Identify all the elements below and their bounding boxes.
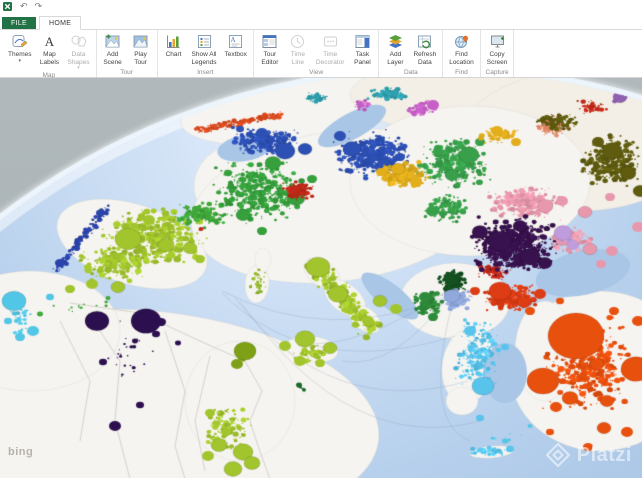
show-all-legends-button[interactable]: Show All Legends (188, 30, 221, 67)
find-location-button[interactable]: Find Location (445, 30, 478, 67)
ribbon-group-capture: Copy Screen Capture (481, 30, 515, 77)
add-scene-button[interactable]: Add Scene (99, 30, 127, 67)
button-label: Add Scene (103, 51, 121, 66)
task-panel-button[interactable]: Task Panel (348, 30, 376, 67)
chart-icon (165, 33, 182, 50)
task-panel-icon (354, 33, 371, 50)
button-label: Tour Editor (261, 51, 278, 66)
copy-screen-button[interactable]: Copy Screen (483, 30, 512, 67)
dropdown-arrow-icon: ▾ (77, 66, 80, 70)
add-scene-icon (104, 33, 121, 50)
button-label: Textbox (224, 51, 246, 59)
show-all-legends-icon (196, 33, 213, 50)
data-shapes-icon (70, 33, 87, 50)
button-label: Find Location (449, 51, 474, 66)
chart-button[interactable]: Chart (160, 30, 188, 60)
time-decorator-button: Time Decorator (312, 30, 349, 67)
themes-button[interactable]: Themes▾ (4, 30, 35, 64)
group-label: Find (445, 68, 478, 77)
group-label: Data (381, 68, 440, 77)
button-label: Play Tour (134, 51, 147, 66)
tour-editor-icon (261, 33, 278, 50)
map-labels-button[interactable]: A Map Labels (35, 30, 63, 67)
button-label: Map Labels (40, 51, 59, 66)
add-layer-button[interactable]: Add Layer (381, 30, 409, 67)
play-tour-button[interactable]: Play Tour (127, 30, 155, 67)
button-label: Chart (166, 51, 182, 59)
button-label: Time Line (291, 51, 305, 66)
data-shapes-button: Data Shapes▾ (63, 30, 93, 71)
platzi-watermark: Platzi (545, 442, 632, 468)
ribbon-tab-strip: FILE HOME (0, 13, 642, 30)
ribbon-group-data: Add Layer Refresh Data Data (379, 30, 443, 77)
ribbon-group-map: Themes▾AMap LabelsData Shapes▾Map (2, 30, 97, 77)
tour-editor-button[interactable]: Tour Editor (256, 30, 284, 67)
tab-home[interactable]: HOME (39, 16, 81, 30)
ribbon-group-find: Find Location Find (443, 30, 481, 77)
bing-watermark: bing (8, 446, 33, 458)
svg-text:A: A (231, 36, 236, 44)
dropdown-arrow-icon: ▾ (18, 59, 21, 63)
ribbon: Themes▾AMap LabelsData Shapes▾MapAdd Sce… (0, 30, 642, 78)
undo-icon[interactable]: ↶ (20, 2, 28, 11)
button-label: Show All Legends (192, 51, 217, 66)
button-label: Time Decorator (316, 51, 345, 66)
textbox-icon: A (227, 33, 244, 50)
refresh-data-icon (416, 33, 433, 50)
copy-screen-icon (489, 33, 506, 50)
platzi-watermark-text: Platzi (577, 444, 632, 467)
redo-icon[interactable]: ↷ (35, 2, 43, 11)
ribbon-group-view: Tour Editor Time Line Time Decorator Task P… (254, 30, 380, 77)
find-location-icon (453, 33, 470, 50)
tab-file[interactable]: FILE (2, 17, 36, 29)
power-map-window: ↶ ↷ FILE HOME Themes▾ A Map Labels Data Sha… (0, 0, 642, 478)
group-label: Capture (483, 68, 512, 77)
map-viewport: bing Platzi (0, 78, 642, 478)
button-label: Refresh Data (413, 51, 436, 66)
button-label: Copy Screen (487, 51, 508, 66)
group-label: View (256, 68, 377, 77)
globe-map-canvas[interactable] (0, 78, 642, 478)
refresh-data-button[interactable]: Refresh Data (409, 30, 440, 67)
svg-text:A: A (45, 34, 55, 49)
time-line-icon (289, 33, 306, 50)
themes-icon (11, 33, 28, 50)
excel-logo-icon (3, 2, 12, 11)
platzi-logo-icon (545, 442, 571, 468)
time-decorator-icon (322, 33, 339, 50)
map-labels-icon: A (41, 33, 58, 50)
add-layer-icon (387, 33, 404, 50)
group-label: Insert (160, 68, 251, 77)
title-bar: ↶ ↷ (0, 0, 642, 13)
time-line-button: Time Line (284, 30, 312, 67)
textbox-button[interactable]: A Textbox (220, 30, 250, 60)
ribbon-group-tour: Add Scene Play Tour Tour (97, 30, 158, 77)
button-label: Data Shapes (67, 51, 89, 66)
ribbon-group-insert: Chart Show All Legends A Textbox Insert (158, 30, 254, 77)
button-label: Task Panel (354, 51, 371, 66)
group-label: Tour (99, 68, 155, 77)
play-tour-icon (132, 33, 149, 50)
button-label: Add Layer (387, 51, 403, 66)
